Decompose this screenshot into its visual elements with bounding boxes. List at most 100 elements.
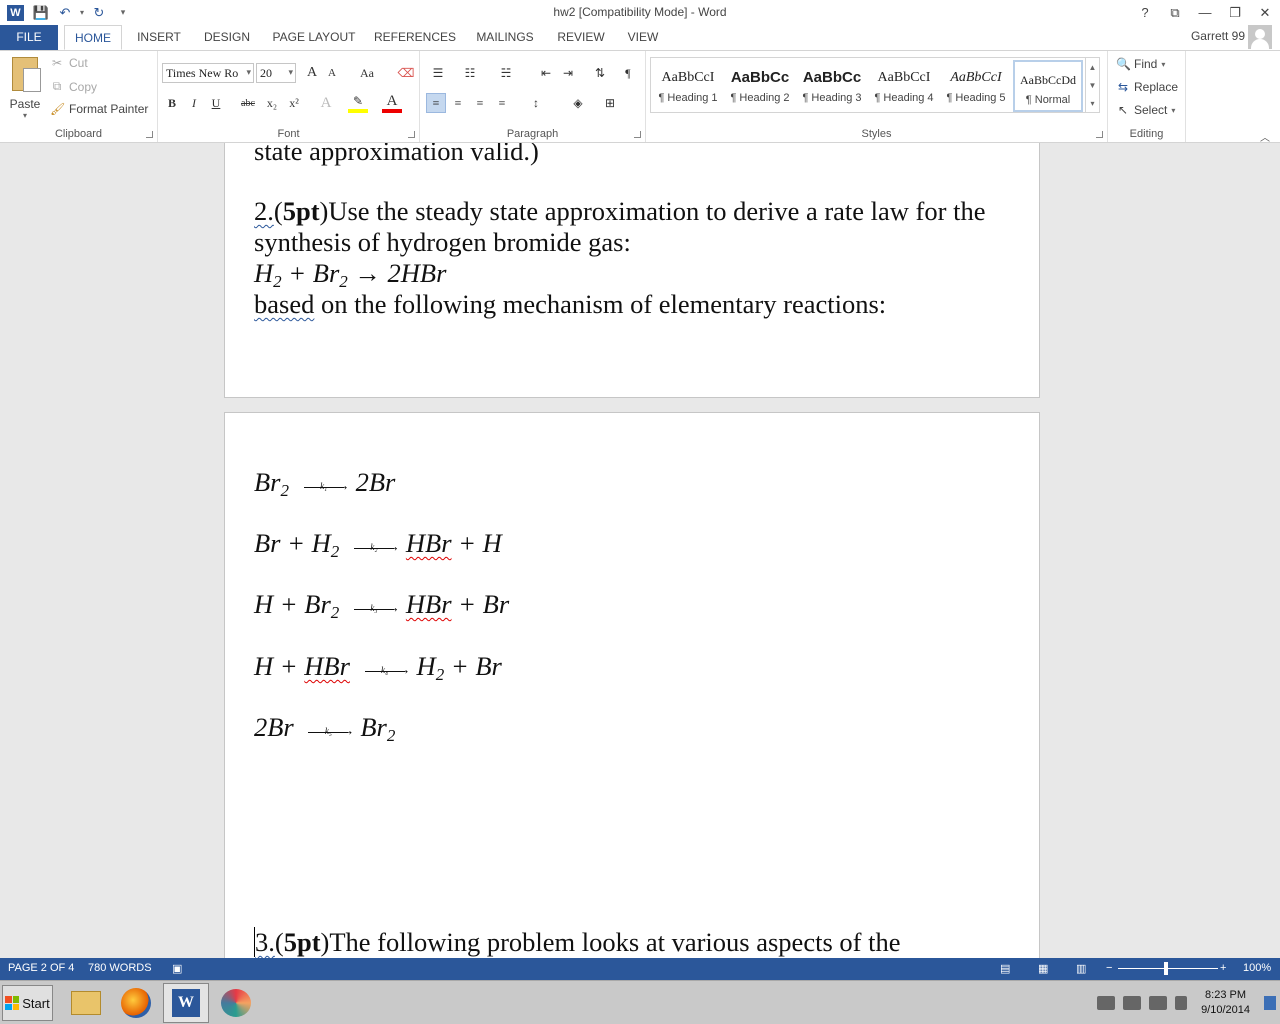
taskbar-explorer[interactable] — [63, 983, 109, 1023]
cut-button[interactable]: ✂ Cut — [50, 56, 88, 70]
borders-icon[interactable]: ⊞ — [600, 93, 620, 113]
format-painter-button[interactable]: 🖌 Format Painter — [50, 102, 148, 116]
page-2[interactable]: Br2 k₁ → 2Br Br + H2 k₂ → HBr + H H + Br2 k₃… — [224, 412, 1040, 958]
style-normal[interactable]: AaBbCcDd ¶ Normal — [1013, 60, 1083, 112]
paragraph-dialog-launcher[interactable] — [634, 131, 641, 138]
font-dialog-launcher[interactable] — [408, 131, 415, 138]
align-right-icon[interactable]: ≡ — [470, 93, 490, 113]
paste-button[interactable]: Paste ▾ — [6, 55, 44, 120]
multilevel-list-icon[interactable]: ☵ — [496, 63, 516, 83]
decrease-indent-icon[interactable]: ⇤ — [536, 63, 556, 83]
font-color-icon[interactable]: A — [382, 93, 402, 113]
clock[interactable]: 8:23 PM 9/10/2014 — [1201, 988, 1250, 1018]
word-count[interactable]: 780 WORDS — [88, 962, 152, 974]
minimize-button[interactable]: — — [1190, 0, 1220, 25]
tab-review[interactable]: REVIEW — [552, 25, 610, 50]
help-button[interactable]: ? — [1130, 0, 1160, 25]
show-desktop-icon[interactable] — [1264, 996, 1276, 1010]
editing-group-label: Editing — [1129, 128, 1164, 140]
tab-file[interactable]: FILE — [0, 25, 58, 50]
italic-button[interactable]: I — [184, 93, 204, 113]
numbering-icon[interactable]: ☷ — [460, 63, 480, 83]
zoom-slider-thumb[interactable] — [1164, 962, 1168, 975]
document-area[interactable]: state approximation valid.) 2.(5pt)Use t… — [0, 143, 1280, 958]
taskbar-word[interactable]: W — [163, 983, 209, 1023]
account-name[interactable]: Garrett 99 — [1191, 29, 1245, 43]
grow-font-button[interactable]: A — [302, 63, 322, 83]
page-1[interactable]: state approximation valid.) 2.(5pt)Use t… — [224, 143, 1040, 398]
zoom-level[interactable]: 100% — [1243, 962, 1271, 974]
styles-dialog-launcher[interactable] — [1096, 131, 1103, 138]
proofing-icon[interactable]: ▣ — [172, 962, 182, 975]
font-name-combo[interactable]: Times New Ro — [162, 63, 254, 83]
tab-home[interactable]: HOME — [64, 25, 122, 50]
tab-view[interactable]: VIEW — [620, 25, 666, 50]
find-button[interactable]: 🔍 Find ▾ — [1116, 57, 1165, 71]
close-button[interactable]: ✕ — [1250, 0, 1280, 25]
show-formatting-marks-icon[interactable]: ¶ — [618, 63, 638, 83]
select-button[interactable]: ↖ Select ▾ — [1116, 103, 1175, 117]
page-count[interactable]: PAGE 2 OF 4 — [8, 962, 74, 974]
styles-gallery-scroll[interactable]: ▲ ▼ ▾ — [1086, 57, 1100, 113]
style-heading-5[interactable]: AaBbCcI ¶ Heading 5 — [941, 60, 1011, 112]
subscript-button[interactable]: x₂ — [262, 93, 282, 113]
zoom-out-icon[interactable]: − — [1106, 962, 1112, 974]
start-button[interactable]: Start — [2, 985, 53, 1021]
volume-icon[interactable] — [1175, 996, 1188, 1010]
font-group-label: Font — [277, 128, 300, 140]
tab-references[interactable]: REFERENCES — [372, 25, 458, 50]
collapse-ribbon-icon[interactable]: ︿ — [1260, 129, 1270, 144]
style-heading-1[interactable]: AaBbCcI ¶ Heading 1 — [653, 60, 723, 112]
print-layout-icon[interactable]: ▦ — [1038, 962, 1048, 975]
format-painter-label: Format Painter — [69, 102, 149, 116]
avatar[interactable] — [1248, 25, 1272, 49]
tab-design[interactable]: DESIGN — [198, 25, 256, 50]
tab-page-layout[interactable]: PAGE LAYOUT — [268, 25, 360, 50]
taskbar-paint[interactable] — [213, 983, 259, 1023]
shading-icon[interactable]: ◈ — [568, 93, 588, 113]
style-name: ¶ Heading 2 — [730, 92, 790, 104]
web-layout-icon[interactable]: ▥ — [1076, 962, 1086, 975]
style-heading-3[interactable]: AaBbCc ¶ Heading 3 — [797, 60, 867, 112]
ribbon-display-options-button[interactable]: ⧉ — [1160, 0, 1190, 25]
justify-icon[interactable]: ≡ — [492, 93, 512, 113]
change-case-button[interactable]: Aa — [352, 63, 382, 83]
network-icon[interactable] — [1149, 996, 1168, 1010]
reaction-arrow: → — [347, 258, 388, 288]
align-center-icon[interactable]: ≡ — [448, 93, 468, 113]
chevron-up-icon[interactable]: ▲ — [1089, 63, 1097, 72]
bullets-icon[interactable]: ☰ — [428, 63, 448, 83]
mechanism-intro-text: on the following mechanism of elementary… — [314, 289, 887, 319]
sort-icon[interactable]: ⇅ — [590, 63, 610, 83]
tab-mailings[interactable]: MAILINGS — [470, 25, 540, 50]
restore-button[interactable]: ❐ — [1220, 0, 1250, 25]
step-rhs: HBr — [405, 589, 452, 619]
mechanism-step-3: H + Br2 k₃ → HBr + Br — [254, 589, 509, 628]
align-left-icon[interactable]: ≡ — [426, 93, 446, 113]
replace-button[interactable]: ⇆ Replace — [1116, 80, 1178, 94]
text-effects-icon[interactable]: A — [316, 93, 336, 113]
zoom-slider-track[interactable] — [1118, 968, 1218, 969]
copy-button[interactable]: ⧉ Copy — [50, 79, 97, 94]
strikethrough-button[interactable]: abc — [238, 93, 258, 113]
line-spacing-icon[interactable]: ↕ — [526, 93, 546, 113]
increase-indent-icon[interactable]: ⇥ — [558, 63, 578, 83]
style-heading-4[interactable]: AaBbCcI ¶ Heading 4 — [869, 60, 939, 112]
more-styles-icon[interactable]: ▾ — [1090, 99, 1094, 108]
underline-button[interactable]: U — [206, 93, 226, 113]
chevron-down-icon[interactable]: ▼ — [1089, 81, 1097, 90]
read-mode-icon[interactable]: ▤ — [1000, 962, 1010, 975]
printer-icon[interactable] — [1097, 996, 1116, 1010]
superscript-button[interactable]: x² — [284, 93, 304, 113]
clipboard-dialog-launcher[interactable] — [146, 131, 153, 138]
tab-insert[interactable]: INSERT — [130, 25, 188, 50]
zoom-in-icon[interactable]: + — [1220, 962, 1226, 974]
style-heading-2[interactable]: AaBbCc ¶ Heading 2 — [725, 60, 795, 112]
taskbar-firefox[interactable] — [113, 983, 159, 1023]
font-size-combo[interactable]: 20 — [256, 63, 296, 83]
shrink-font-button[interactable]: A — [322, 63, 342, 83]
clear-formatting-icon[interactable]: ⌫ — [396, 63, 416, 83]
keyboard-icon[interactable] — [1123, 996, 1142, 1010]
bold-button[interactable]: B — [162, 93, 182, 113]
highlight-color-icon[interactable]: ✎ — [348, 93, 368, 113]
